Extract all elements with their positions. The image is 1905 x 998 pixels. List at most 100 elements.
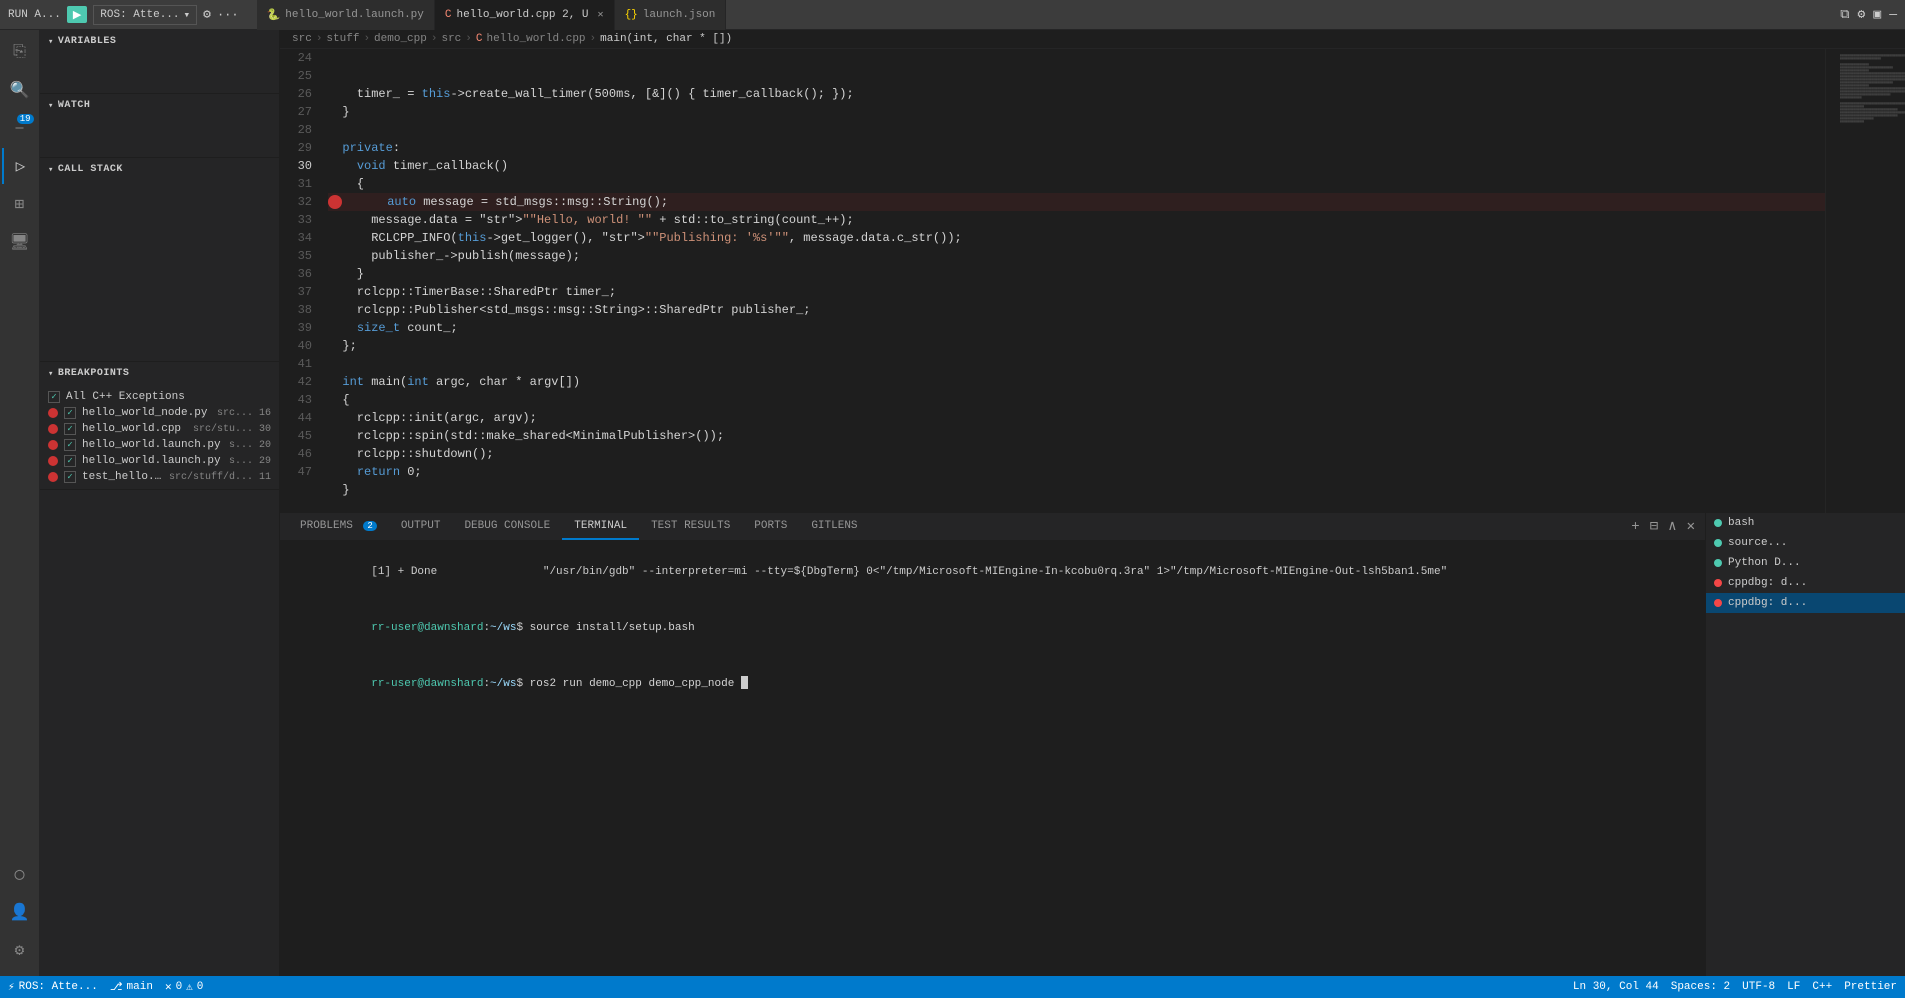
tab-debug-console[interactable]: DEBUG CONSOLE [452,514,562,540]
status-ln-col[interactable]: Ln 30, Col 44 [1573,981,1659,993]
terminal-content[interactable]: [1] + Done "/usr/bin/gdb" --interpreter=… [280,541,1705,713]
status-spaces[interactable]: Spaces: 2 [1671,981,1730,993]
split-editor-icon[interactable]: ⧉ [1840,7,1849,22]
breakpoint-item[interactable]: test_hello.pysrc/stuff/d...11 [40,469,279,485]
terminal-tab-source-label: source... [1728,537,1787,549]
editor-with-minimap: 2425262728293031323334353637383940414243… [280,49,1905,513]
activity-run-debug-icon[interactable]: ▷ [2,148,38,184]
breadcrumb-demo-cpp[interactable]: demo_cpp [374,33,427,45]
breakpoint-checkbox[interactable] [64,407,76,419]
variables-header[interactable]: ▾ VARIABLES [40,30,279,53]
gear-icon[interactable]: ⚙ [203,7,211,22]
tab-test-results[interactable]: TEST RESULTS [639,514,742,540]
more-options-icon[interactable]: ··· [217,8,239,22]
tab-cpp-label: hello_world.cpp 2, U [457,9,589,21]
call-stack-chevron-icon: ▾ [48,165,54,175]
breakpoint-checkbox[interactable] [48,391,60,403]
breakpoint-line: 30 [259,424,271,435]
status-errors-item[interactable]: ✕ 0 ⚠ 0 [165,980,203,994]
terminal-tab-cppdbg2[interactable]: cppdbg: d... [1706,593,1905,613]
add-terminal-icon[interactable]: + [1629,517,1641,537]
breakpoint-filename: test_hello.py [82,471,163,483]
terminal-tab-source[interactable]: source... [1706,533,1905,553]
tab-output[interactable]: OUTPUT [389,514,453,540]
breakpoint-item[interactable]: hello_world.launch.pys...29 [40,453,279,469]
status-git-item[interactable]: ⎇ main [110,980,153,994]
tab-py[interactable]: 🐍 hello_world.launch.py [257,0,435,30]
breakpoint-item[interactable]: All C++ Exceptions [40,389,279,405]
watch-chevron-icon: ▾ [48,101,54,111]
watch-header[interactable]: ▾ WATCH [40,94,279,117]
activity-files-icon[interactable]: ⎘ [2,34,38,70]
status-encoding[interactable]: UTF-8 [1742,981,1775,993]
layout-icon[interactable]: ▣ [1873,7,1881,22]
line-number: 30 [288,157,312,175]
breadcrumb-stuff[interactable]: stuff [326,33,359,45]
code-line [328,499,1825,513]
maximize-panel-icon[interactable]: ∧ [1666,516,1678,537]
status-formatter[interactable]: Prettier [1844,981,1897,993]
settings-icon[interactable]: ⚙ [1858,7,1866,22]
terminal-line-2: rr-user@dawnshard:~/ws$ source install/s… [292,601,1693,655]
close-panel-icon[interactable]: ✕ [1685,516,1697,537]
call-stack-header[interactable]: ▾ CALL STACK [40,158,279,181]
breakpoint-source: src/stu... [193,424,253,435]
tab-ports[interactable]: PORTS [742,514,799,540]
breakpoint-checkbox[interactable] [64,423,76,435]
line-number: 35 [288,247,312,265]
line-number: 29 [288,139,312,157]
code-text: private: [328,139,400,157]
activity-remote-icon[interactable]: 🖥 [2,224,38,260]
status-language[interactable]: C++ [1812,981,1832,993]
minimap: ████████████████████████████████████████… [1825,49,1905,513]
activity-ros-icon[interactable]: ◯ [2,856,38,892]
breadcrumb-src[interactable]: src [292,33,312,45]
code-line: return 0; [328,463,1825,481]
code-text: rclcpp::shutdown(); [328,445,494,463]
breadcrumb-file-icon: C [476,33,483,45]
tab-gitlens[interactable]: GITLENS [799,514,869,540]
split-terminal-icon[interactable]: ⊟ [1648,516,1660,537]
terminal-cmd-2: ros2 run demo_cpp demo_cpp_node [530,678,741,690]
breakpoint-checkbox[interactable] [64,455,76,467]
breakpoint-checkbox[interactable] [64,439,76,451]
breadcrumb-function[interactable]: main(int, char * []) [600,33,732,45]
breakpoint-item[interactable]: hello_world.launch.pys...20 [40,437,279,453]
code-line: message.data = "str">""Hello, world! "" … [328,211,1825,229]
breakpoint-item[interactable]: hello_world.cppsrc/stu...30 [40,421,279,437]
tab-cpp[interactable]: C hello_world.cpp 2, U ✕ [435,0,615,30]
minimize-icon[interactable]: — [1889,7,1897,22]
play-button[interactable]: ▶ [67,6,87,23]
breakpoints-header[interactable]: ▾ BREAKPOINTS [40,362,279,385]
tab-cpp-close[interactable]: ✕ [598,9,604,21]
breakpoint-filename: All C++ Exceptions [66,391,271,403]
code-text: publisher_->publish(message); [328,247,580,265]
activity-search-icon[interactable]: 🔍 [2,72,38,108]
breadcrumb-file[interactable]: hello_world.cpp [487,33,586,45]
terminal-tab-bash[interactable]: bash [1706,513,1905,533]
code-text: rclcpp::Publisher<std_msgs::msg::String>… [328,301,810,319]
code-text: rclcpp::init(argc, argv); [328,409,537,427]
watch-section: ▾ WATCH [40,94,279,158]
status-encoding-label: UTF-8 [1742,981,1775,993]
breadcrumb-src2[interactable]: src [441,33,461,45]
breakpoint-item[interactable]: hello_world_node.pysrc...16 [40,405,279,421]
tab-problems[interactable]: PROBLEMS 2 [288,514,389,540]
tab-json[interactable]: {} launch.json [615,0,727,30]
code-editor[interactable]: 2425262728293031323334353637383940414243… [280,49,1825,513]
ros-dropdown[interactable]: ROS: Atte... ▾ [93,5,197,25]
terminal-tab-cppdbg1[interactable]: cppdbg: d... [1706,573,1905,593]
terminal-tab-python[interactable]: Python D... [1706,553,1905,573]
activity-account-icon[interactable]: 👤 [2,894,38,930]
status-debug-item[interactable]: ⚡ ROS: Atte... [8,980,98,994]
activity-source-control-icon[interactable]: ⎯ 19 [2,110,38,146]
titlebar-left: RUN A... ▶ ROS: Atte... ▾ ⚙ ··· [8,5,239,25]
status-error-count: 0 [176,981,183,993]
status-line-ending[interactable]: LF [1787,981,1800,993]
activity-extensions-icon[interactable]: ⊞ [2,186,38,222]
activity-settings-icon[interactable]: ⚙ [2,932,38,968]
breakpoint-checkbox[interactable] [64,471,76,483]
tab-terminal[interactable]: TERMINAL [562,514,639,540]
code-line: } [328,265,1825,283]
line-number: 24 [288,49,312,67]
